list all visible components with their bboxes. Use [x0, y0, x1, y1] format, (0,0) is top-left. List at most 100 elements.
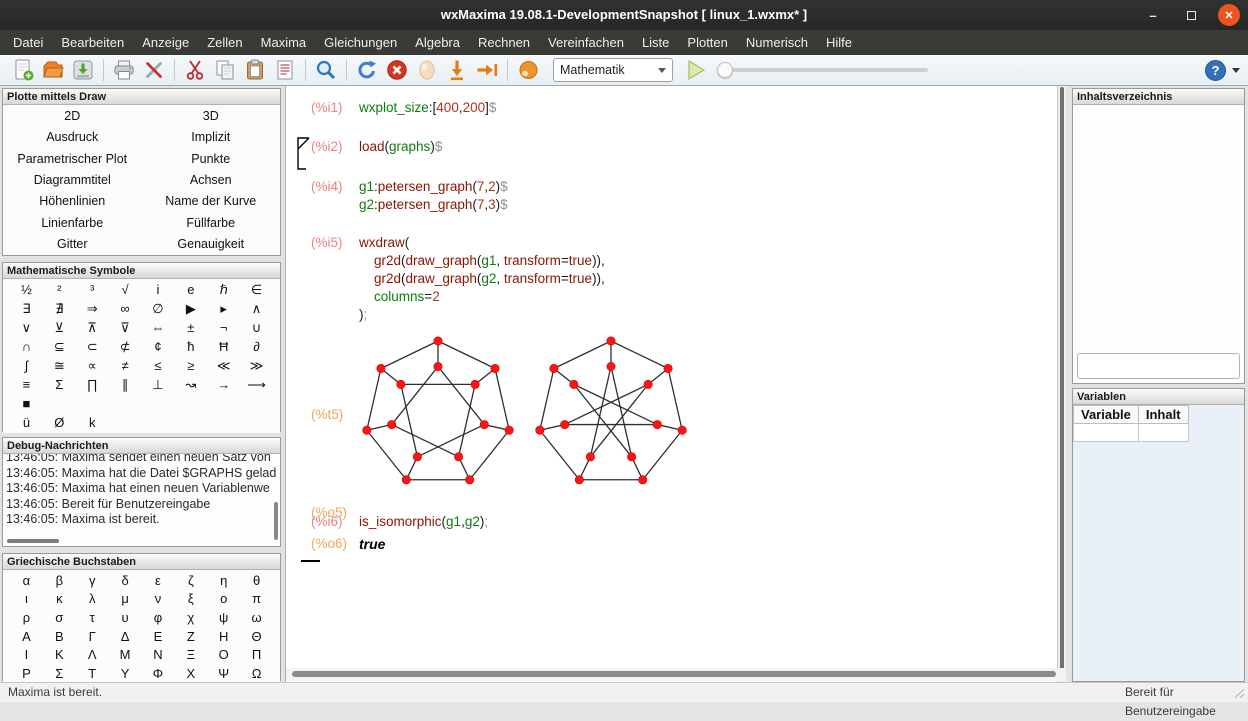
symbol-button[interactable]: i: [142, 280, 175, 299]
symbol-button[interactable]: ∥: [109, 375, 142, 394]
symbol-button[interactable]: ⊻: [43, 318, 76, 337]
minimize-button[interactable]: –: [1142, 4, 1164, 26]
greek-letter-button[interactable]: Γ: [76, 627, 109, 646]
symbol-button[interactable]: ∩: [10, 337, 43, 356]
greek-letter-button[interactable]: Μ: [109, 645, 142, 664]
find-icon[interactable]: [313, 57, 339, 83]
print-icon[interactable]: [111, 57, 137, 83]
menu-item-anzeige[interactable]: Anzeige: [133, 30, 198, 55]
draw-button-punkte[interactable]: Punkte: [142, 148, 281, 169]
output-cell[interactable]: (%o6)true: [286, 535, 1057, 553]
horizontal-scroll-thumb[interactable]: [292, 671, 1056, 677]
variable-name-cell[interactable]: [1074, 424, 1139, 442]
worksheet-vertical-scrollbar[interactable]: [1057, 86, 1066, 682]
symbol-button[interactable]: ⊂: [76, 337, 109, 356]
symbol-button[interactable]: Ħ: [207, 337, 240, 356]
greek-letter-button[interactable]: ψ: [207, 608, 240, 627]
greek-letter-button[interactable]: Ε: [142, 627, 175, 646]
symbol-button[interactable]: ≡: [10, 375, 43, 394]
draw-button-linienfarbe[interactable]: Linienfarbe: [3, 212, 142, 233]
draw-button-name-der-kurve[interactable]: Name der Kurve: [142, 191, 281, 212]
greek-letter-button[interactable]: μ: [109, 590, 142, 609]
symbol-button[interactable]: ∝: [76, 356, 109, 375]
menu-item-plotten[interactable]: Plotten: [678, 30, 736, 55]
draw-button-füllfarbe[interactable]: Füllfarbe: [142, 212, 281, 233]
greek-letter-button[interactable]: Ψ: [207, 664, 240, 683]
cut-icon[interactable]: [182, 57, 208, 83]
symbol-button[interactable]: Ø: [43, 413, 76, 432]
greek-letter-button[interactable]: υ: [109, 608, 142, 627]
open-icon[interactable]: [40, 57, 66, 83]
select-text-icon[interactable]: [272, 57, 298, 83]
greek-letter-button[interactable]: θ: [240, 571, 273, 590]
code-line[interactable]: load(graphs)$: [359, 138, 1057, 156]
greek-letter-button[interactable]: χ: [174, 608, 207, 627]
input-cell[interactable]: (%i1)wxplot_size:[400,200]$: [286, 99, 1057, 117]
symbol-button[interactable]: √: [109, 280, 142, 299]
greek-letter-button[interactable]: Δ: [109, 627, 142, 646]
greek-letter-button[interactable]: Ν: [142, 645, 175, 664]
greek-letter-button[interactable]: γ: [76, 571, 109, 590]
symbol-button[interactable]: ²: [43, 280, 76, 299]
plot-output-cell[interactable]: (%t5): [286, 336, 1057, 494]
draw-button-gitter[interactable]: Gitter: [3, 234, 142, 255]
draw-button-diagrammtitel[interactable]: Diagrammtitel: [3, 169, 142, 190]
menu-item-liste[interactable]: Liste: [633, 30, 678, 55]
greek-letter-button[interactable]: ο: [207, 590, 240, 609]
symbol-button[interactable]: ≅: [43, 356, 76, 375]
copy-icon[interactable]: [212, 57, 238, 83]
paste-icon[interactable]: [242, 57, 268, 83]
symbol-button[interactable]: ∪: [240, 318, 273, 337]
symbol-button[interactable]: ⊽: [109, 318, 142, 337]
symbol-button[interactable]: ∄: [43, 299, 76, 318]
greek-letter-button[interactable]: λ: [76, 590, 109, 609]
draw-button-2d[interactable]: 2D: [3, 105, 142, 126]
greek-letter-button[interactable]: ρ: [10, 608, 43, 627]
symbol-button[interactable]: ⊼: [76, 318, 109, 337]
menu-item-vereinfachen[interactable]: Vereinfachen: [539, 30, 633, 55]
greek-letter-button[interactable]: Ξ: [174, 645, 207, 664]
symbol-button[interactable]: k: [76, 413, 109, 432]
greek-letter-button[interactable]: Τ: [76, 664, 109, 683]
symbol-button[interactable]: ∧: [240, 299, 273, 318]
greek-letter-button[interactable]: Ζ: [174, 627, 207, 646]
variable-value-cell[interactable]: [1138, 424, 1188, 442]
symbol-button[interactable]: ½: [10, 280, 43, 299]
symbol-button[interactable]: ¬: [207, 318, 240, 337]
cell-bracket[interactable]: [295, 136, 311, 172]
code-line[interactable]: is_isomorphic(g1,g2);: [359, 513, 1057, 531]
toolbar-overflow-icon[interactable]: [1232, 68, 1240, 73]
greek-letter-button[interactable]: Σ: [43, 664, 76, 683]
greek-letter-button[interactable]: ν: [142, 590, 175, 609]
draw-button-implizit[interactable]: Implizit: [142, 126, 281, 147]
toc-list[interactable]: [1073, 105, 1244, 383]
code-line[interactable]: gr2d(draw_graph(g2, transform=true)),: [359, 270, 1057, 288]
follow-icon[interactable]: [515, 57, 541, 83]
greek-letter-button[interactable]: Υ: [109, 664, 142, 683]
animation-slider[interactable]: [717, 57, 932, 83]
symbol-button[interactable]: ∨: [10, 318, 43, 337]
close-button[interactable]: ✕: [1218, 4, 1240, 26]
code-line[interactable]: g2:petersen_graph(7,3)$: [359, 196, 1057, 214]
symbol-button[interactable]: ¢: [142, 337, 175, 356]
worksheet-horizontal-scrollbar[interactable]: [286, 668, 1066, 681]
symbol-button[interactable]: ↝: [174, 375, 207, 394]
draw-button-ausdruck[interactable]: Ausdruck: [3, 126, 142, 147]
greek-letter-button[interactable]: ζ: [174, 571, 207, 590]
greek-letter-button[interactable]: η: [207, 571, 240, 590]
menu-item-datei[interactable]: Datei: [4, 30, 52, 55]
input-cell[interactable]: (%i4)g1:petersen_graph(7,2)$g2:petersen_…: [286, 178, 1057, 214]
menu-item-bearbeiten[interactable]: Bearbeiten: [52, 30, 133, 55]
greek-letter-button[interactable]: π: [240, 590, 273, 609]
greek-letter-button[interactable]: Θ: [240, 627, 273, 646]
symbol-button[interactable]: ⇒: [76, 299, 109, 318]
greek-letter-button[interactable]: ε: [142, 571, 175, 590]
greek-letter-button[interactable]: σ: [43, 608, 76, 627]
symbol-button[interactable]: ∈: [240, 280, 273, 299]
greek-letter-button[interactable]: β: [43, 571, 76, 590]
greek-letter-button[interactable]: Ρ: [10, 664, 43, 683]
greek-letter-button[interactable]: Χ: [174, 664, 207, 683]
menu-item-maxima[interactable]: Maxima: [252, 30, 316, 55]
greek-letter-button[interactable]: Ι: [10, 645, 43, 664]
code-line[interactable]: g1:petersen_graph(7,2)$: [359, 178, 1057, 196]
